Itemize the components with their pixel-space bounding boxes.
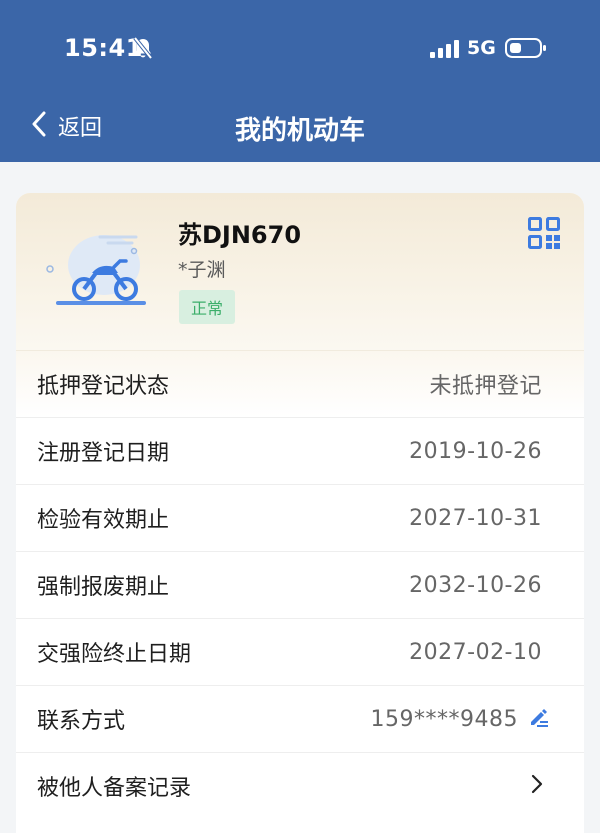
network-type: 5G [467, 37, 496, 59]
status-badge: 正常 [179, 290, 236, 324]
chevron-left-icon [30, 110, 48, 142]
row-value: 未抵押登记 [429, 374, 542, 399]
nav-bar: 返回 我的机动车 [0, 96, 600, 162]
signal-bars-icon [430, 40, 460, 62]
plate-number: 苏DJN670 [178, 221, 302, 249]
vehicle-summary: 苏DJN670 *子渊 正常 [16, 193, 584, 350]
vehicle-card: 苏DJN670 *子渊 正常 抵押登记状态 未抵押登记 注册登记日期 2019-… [16, 193, 584, 833]
qr-code-icon[interactable] [528, 217, 560, 253]
row-label: 检验有效期止 [37, 508, 170, 533]
header-bar: 15:41 5G 返回 我的机动车 [0, 0, 600, 162]
row-contact[interactable]: 联系方式 159****9485 [16, 685, 584, 752]
edit-pen-icon[interactable] [526, 705, 550, 733]
row-label: 联系方式 [37, 709, 126, 734]
row-inspection-expiry: 检验有效期止 2027-10-31 [16, 484, 584, 551]
row-registration-date: 注册登记日期 2019-10-26 [16, 417, 584, 484]
owner-name: *子渊 [178, 259, 226, 281]
back-button[interactable]: 返回 [30, 110, 102, 142]
row-value: 2019-10-26 [409, 438, 542, 464]
motorcycle-icon [44, 229, 154, 313]
row-value: 2027-02-10 [409, 639, 542, 665]
battery-icon [505, 37, 547, 63]
contact-value-group: 159****9485 [371, 705, 550, 733]
row-value: 2027-10-31 [409, 505, 542, 531]
status-bar: 15:41 5G [0, 0, 600, 96]
row-label: 被他人备案记录 [37, 776, 192, 801]
chevron-right-icon [530, 773, 544, 799]
row-insurance-end: 交强险终止日期 2027-02-10 [16, 618, 584, 685]
row-mortgage-status: 抵押登记状态 未抵押登记 [16, 350, 584, 417]
back-label: 返回 [58, 116, 103, 141]
bell-slash-icon [132, 36, 154, 64]
row-label: 抵押登记状态 [37, 374, 170, 399]
row-label: 交强险终止日期 [37, 642, 192, 667]
row-label: 强制报废期止 [37, 575, 170, 600]
row-scrap-deadline: 强制报废期止 2032-10-26 [16, 551, 584, 618]
row-label: 注册登记日期 [37, 441, 170, 466]
row-others-record[interactable]: 被他人备案记录 [16, 752, 584, 819]
phone-number: 159****9485 [370, 706, 518, 732]
row-value: 2032-10-26 [409, 572, 542, 598]
